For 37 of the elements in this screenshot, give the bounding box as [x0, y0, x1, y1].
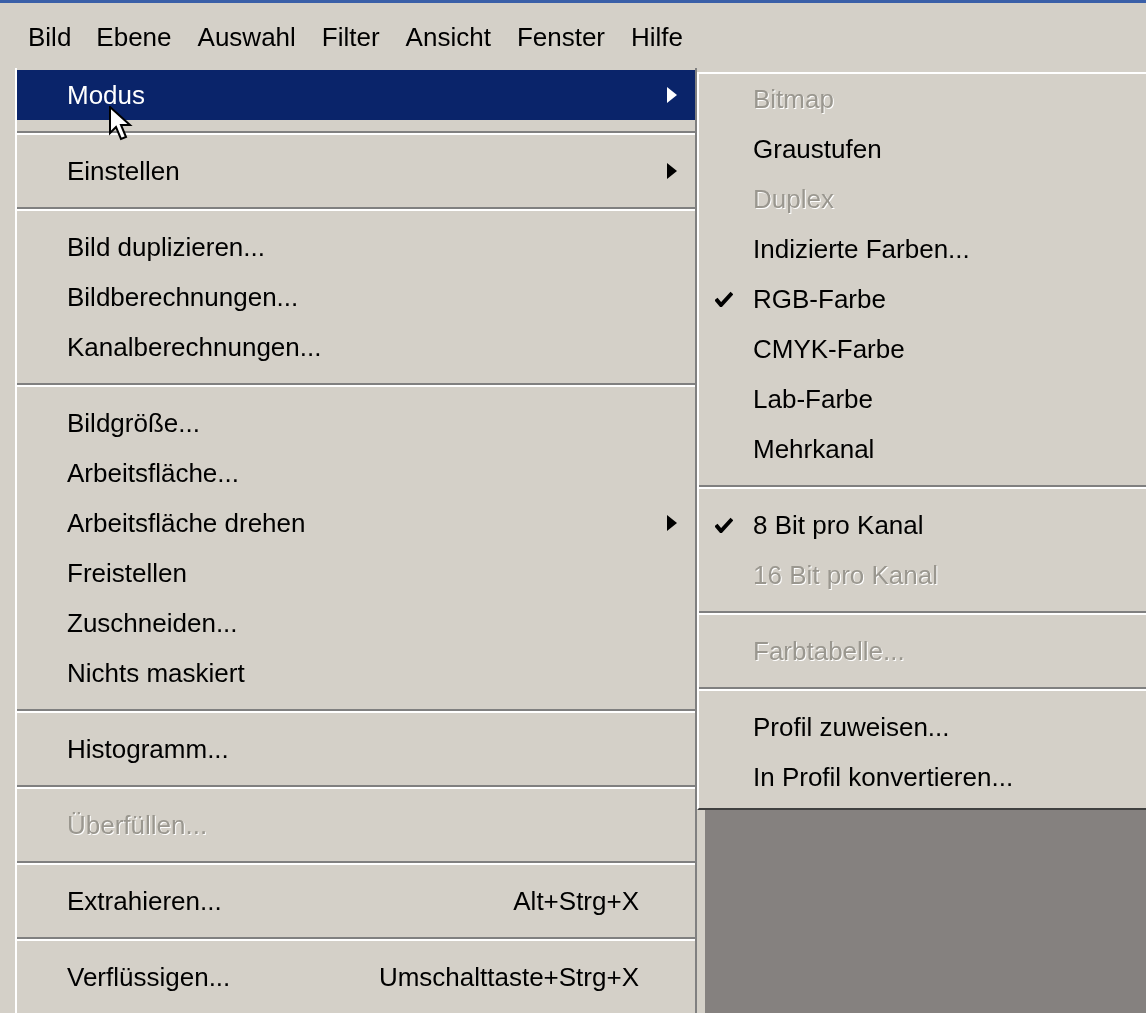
shortcut-label: Alt+Strg+X: [513, 885, 639, 917]
menu-bar-item[interactable]: Auswahl: [186, 17, 307, 58]
submenu-item[interactable]: Graustufen: [699, 124, 1146, 174]
menu-item[interactable]: Verflüssigen... Umschalttaste+Strg+X: [17, 952, 695, 1002]
menu-bar-item[interactable]: Ebene: [85, 17, 183, 58]
menu-item[interactable]: Bild duplizieren...: [17, 222, 695, 272]
menu-item[interactable]: Bildgröße...: [17, 398, 695, 448]
submenu-arrow-icon: [667, 515, 677, 531]
submenu-arrow-icon: [667, 87, 677, 103]
menu-bar-item[interactable]: Hilfe: [620, 17, 695, 58]
menu-item[interactable]: Extrahieren... Alt+Strg+X: [17, 876, 695, 926]
submenu-item[interactable]: CMYK-Farbe: [699, 324, 1146, 374]
menu-bar-item[interactable]: Filter: [310, 17, 391, 58]
menu-item[interactable]: Arbeitsfläche...: [17, 448, 695, 498]
submenu-item[interactable]: 8 Bit pro Kanal: [699, 500, 1146, 550]
submenu-item[interactable]: Indizierte Farben...: [699, 224, 1146, 274]
submenu-item[interactable]: In Profil konvertieren...: [699, 752, 1146, 802]
menu-item[interactable]: Freistellen: [17, 548, 695, 598]
mouse-pointer-icon: [109, 106, 133, 142]
menu-item[interactable]: Zuschneiden...: [17, 598, 695, 648]
menu-item[interactable]: Nichts maskiert: [17, 648, 695, 698]
menu-item[interactable]: Histogramm...: [17, 724, 695, 774]
shortcut-label: Umschalttaste+Strg+X: [378, 961, 639, 993]
submenu-arrow-icon: [667, 163, 677, 179]
menu-item[interactable]: Einstellen: [17, 146, 695, 196]
menu-item[interactable]: Arbeitsfläche drehen: [17, 498, 695, 548]
checkmark-icon: [715, 291, 733, 307]
menu-bar-item[interactable]: Bild: [18, 18, 82, 57]
submenu-item[interactable]: Lab-Farbe: [699, 374, 1146, 424]
checkmark-icon: [715, 517, 733, 533]
menu-bar-item[interactable]: Fenster: [505, 17, 617, 58]
submenu-item[interactable]: RGB-Farbe: [699, 274, 1146, 324]
menu-bar-item[interactable]: Ansicht: [394, 17, 502, 58]
submenu-item[interactable]: Mehrkanal: [699, 424, 1146, 474]
menu-item[interactable]: Bildberechnungen...: [17, 272, 695, 322]
menu-item[interactable]: Kanalberechnungen...: [17, 322, 695, 372]
submenu-item[interactable]: Profil zuweisen...: [699, 702, 1146, 752]
